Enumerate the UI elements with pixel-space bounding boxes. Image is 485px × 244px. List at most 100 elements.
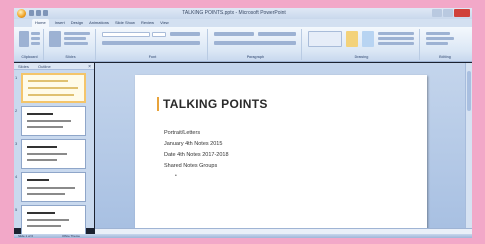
group-label: Drawing [354, 55, 369, 59]
tab-view[interactable]: View [160, 19, 169, 27]
slide-thumbnail-3[interactable] [21, 139, 86, 169]
slide-body[interactable]: Portrait/Letters January 4th Notes 2015 … [164, 128, 364, 180]
slides-panel-tabs: Slides Outline × [14, 63, 94, 70]
font-name-field[interactable] [102, 32, 150, 37]
thumb-line [27, 225, 61, 227]
slide-info: Slide 1 of 6 [18, 234, 34, 238]
thumb-line [27, 159, 57, 161]
slide-number: 5 [15, 207, 18, 212]
maximize-button[interactable] [443, 9, 453, 17]
ribbon-group-clipboard: Clipboard [16, 29, 44, 60]
vertical-scrollbar[interactable] [465, 63, 472, 228]
slide-number: 4 [15, 174, 18, 179]
office-button-icon[interactable] [17, 9, 26, 18]
minimize-button[interactable] [432, 9, 442, 17]
slide-number: 3 [15, 141, 18, 146]
ribbon-group-slides: Slides [46, 29, 96, 60]
slide-title[interactable]: TALKING POINTS [163, 96, 363, 112]
thumb-line [28, 87, 78, 89]
thumb-line [28, 80, 68, 82]
slide-canvas[interactable]: TALKING POINTS Portrait/Letters January … [135, 75, 427, 238]
bullet-item: January 4th Notes 2015 [164, 141, 223, 147]
redo-icon[interactable] [43, 10, 48, 16]
save-icon[interactable] [29, 10, 34, 16]
find-button[interactable] [426, 32, 450, 35]
tab-outline[interactable]: Outline [38, 64, 51, 70]
group-label: Editing [439, 55, 451, 59]
quick-styles-icon[interactable] [362, 31, 374, 47]
shape-outline-button[interactable] [378, 37, 414, 40]
tab-slides[interactable]: Slides [18, 64, 29, 70]
slides-panel: Slides Outline × 1 2 3 4 5 [14, 63, 94, 235]
group-label: Font [148, 55, 157, 59]
font-format-icons[interactable] [102, 41, 200, 45]
slide-number: 1 [15, 75, 18, 80]
paste-icon[interactable] [19, 31, 29, 47]
cut-icon[interactable] [31, 32, 40, 35]
shape-effects-button[interactable] [378, 42, 414, 45]
window-title: TALKING POINTS.pptx - Microsoft PowerPoi… [182, 10, 286, 16]
scrollbar-thumb[interactable] [467, 71, 471, 111]
delete-button[interactable] [64, 42, 88, 45]
application-window: TALKING POINTS.pptx - Microsoft PowerPoi… [14, 8, 472, 238]
tab-design[interactable]: Design [71, 19, 83, 27]
slide-thumbnail-5[interactable] [21, 205, 86, 235]
bullet-item: Shared Notes Groups [164, 163, 218, 169]
slide-thumbnail-2[interactable] [21, 106, 86, 136]
arrange-icon[interactable] [346, 31, 358, 47]
sub-bullet-marker: • [175, 173, 177, 179]
ribbon: Clipboard Slides Font Paragraph Drawing … [14, 27, 472, 62]
thumb-line [28, 94, 74, 96]
status-bar: Slide 1 of 6 Office Theme [14, 234, 472, 238]
tab-animations[interactable]: Animations [89, 19, 109, 27]
slide-thumbnail-4[interactable] [21, 172, 86, 202]
slide-thumbnail-1[interactable] [21, 73, 86, 103]
select-button[interactable] [426, 42, 448, 45]
undo-icon[interactable] [36, 10, 41, 16]
text-direction-icons[interactable] [258, 32, 296, 36]
quick-access-toolbar [29, 10, 48, 16]
ribbon-tabs: Home Insert Design Animations Slide Show… [14, 19, 472, 27]
list-icons[interactable] [214, 32, 254, 36]
theme-name: Office Theme [62, 234, 80, 238]
thumb-line [27, 120, 71, 122]
copy-icon[interactable] [31, 37, 40, 40]
new-slide-icon[interactable] [49, 31, 61, 47]
shape-fill-button[interactable] [378, 32, 414, 35]
tab-review[interactable]: Review [141, 19, 154, 27]
group-label: Slides [65, 55, 76, 59]
close-button[interactable] [454, 9, 470, 17]
thumb-line [27, 219, 69, 221]
close-panel-icon[interactable]: × [88, 64, 91, 70]
reset-button[interactable] [64, 37, 86, 40]
ribbon-group-drawing: Drawing [304, 29, 420, 60]
thumb-line [27, 153, 67, 155]
alignment-icons[interactable] [214, 41, 296, 45]
thumb-line [27, 126, 63, 128]
thumb-title [27, 146, 57, 148]
tab-slide-show[interactable]: Slide Show [115, 19, 135, 27]
font-size-field[interactable] [152, 32, 166, 37]
thumb-title [27, 212, 55, 214]
shapes-gallery[interactable] [308, 31, 342, 47]
tab-insert[interactable]: Insert [55, 19, 65, 27]
bullet-item: Portrait/Letters [164, 130, 201, 136]
ribbon-group-editing: Editing [422, 29, 468, 60]
thumb-title [27, 113, 53, 115]
title-accent-bar [157, 97, 159, 111]
font-grow-shrink-icons[interactable] [170, 32, 200, 36]
tab-home[interactable]: Home [32, 19, 49, 27]
thumb-line [27, 187, 75, 189]
title-bar: TALKING POINTS.pptx - Microsoft PowerPoi… [14, 8, 472, 19]
layout-button[interactable] [64, 32, 90, 35]
slide-number: 2 [15, 108, 18, 113]
replace-button[interactable] [426, 37, 454, 40]
group-label: Paragraph [246, 55, 265, 59]
window-controls [432, 9, 470, 17]
thumb-line [27, 193, 65, 195]
group-label: Clipboard [21, 55, 38, 59]
format-painter-icon[interactable] [31, 42, 40, 45]
thumb-title [27, 179, 49, 181]
ribbon-group-paragraph: Paragraph [210, 29, 302, 60]
ribbon-group-font: Font [98, 29, 208, 60]
